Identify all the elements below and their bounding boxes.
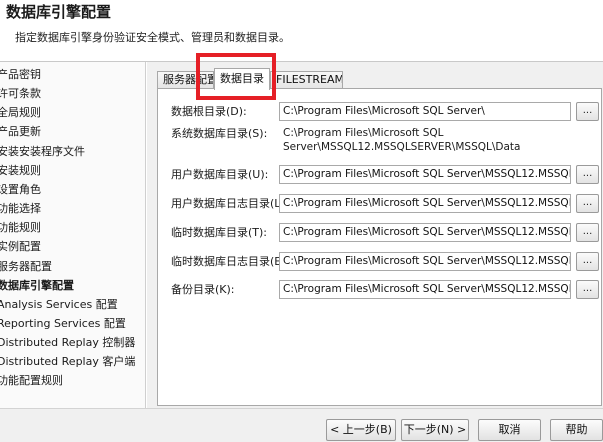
step-license-terms[interactable]: 许可条款 (0, 87, 41, 101)
step-feature-rules[interactable]: 功能规则 (0, 221, 41, 235)
temp-db-input[interactable]: C:\Program Files\Microsoft SQL Server\MS… (279, 223, 571, 242)
system-db-value-line1: C:\Program Files\Microsoft SQL (283, 127, 444, 139)
tab-filestream[interactable]: FILESTREAM (270, 71, 343, 89)
step-install-rules[interactable]: 安装规则 (0, 164, 41, 178)
system-db-label: 系统数据库目录(S): (171, 127, 268, 140)
step-replay-controller[interactable]: Distributed Replay 控制器 (0, 336, 135, 350)
temp-db-label: 临时数据库目录(T): (171, 226, 268, 239)
step-replay-client[interactable]: Distributed Replay 客户端 (0, 355, 135, 369)
page-title: 数据库引擎配置 (6, 3, 112, 21)
backup-input[interactable]: C:\Program Files\Microsoft SQL Server\MS… (279, 280, 571, 299)
user-db-label: 用户数据库目录(U): (171, 168, 269, 181)
temp-log-browse-button[interactable]: ... (576, 252, 599, 271)
step-global-rules[interactable]: 全局规则 (0, 106, 41, 120)
temp-db-browse-button[interactable]: ... (576, 223, 599, 242)
user-db-input[interactable]: C:\Program Files\Microsoft SQL Server\MS… (279, 165, 571, 184)
tab-data-directories[interactable]: 数据目录 (214, 68, 270, 90)
cancel-button[interactable]: 取消 (478, 419, 541, 441)
step-reporting-services[interactable]: Reporting Services 配置 (0, 317, 126, 331)
tab-strip: 服务器配置 数据目录 FILESTREAM (157, 68, 597, 90)
backup-browse-button[interactable]: ... (576, 280, 599, 299)
page-subtitle: 指定数据库引擎身份验证安全模式、管理员和数据目录。 (15, 31, 290, 44)
data-directories-panel: 数据根目录(D): C:\Program Files\Microsoft SQL… (157, 88, 602, 406)
data-root-input[interactable]: C:\Program Files\Microsoft SQL Server\ (279, 102, 571, 121)
data-root-browse-button[interactable]: ... (576, 102, 599, 121)
system-db-value-line2: Server\MSSQL12.MSSQLSERVER\MSSQL\Data (283, 141, 521, 153)
tab-server-config[interactable]: 服务器配置 (157, 71, 214, 89)
step-instance-config[interactable]: 实例配置 (0, 240, 41, 254)
user-log-label: 用户数据库日志目录(L): (171, 197, 289, 210)
wizard-header: 数据库引擎配置 指定数据库引擎身份验证安全模式、管理员和数据目录。 (0, 0, 603, 62)
wizard-footer: < 上一步(B) 下一步(N) > 取消 帮助 (0, 408, 603, 442)
step-db-engine-config[interactable]: 数据库引擎配置 (0, 279, 74, 293)
user-log-browse-button[interactable]: ... (576, 194, 599, 213)
help-button[interactable]: 帮助 (550, 419, 603, 441)
temp-log-input[interactable]: C:\Program Files\Microsoft SQL Server\MS… (279, 252, 571, 271)
backup-label: 备份目录(K): (171, 283, 235, 296)
step-feature-config-rules[interactable]: 功能配置规则 (0, 374, 63, 388)
step-install-setup-files[interactable]: 安装安装程序文件 (0, 145, 85, 159)
step-product-key[interactable]: 产品密钥 (0, 68, 41, 82)
temp-log-label: 临时数据库日志目录(E): (171, 255, 290, 268)
user-db-browse-button[interactable]: ... (576, 165, 599, 184)
step-analysis-services[interactable]: Analysis Services 配置 (0, 298, 118, 312)
user-log-input[interactable]: C:\Program Files\Microsoft SQL Server\MS… (279, 194, 571, 213)
back-button[interactable]: < 上一步(B) (326, 419, 396, 441)
step-server-config[interactable]: 服务器配置 (0, 260, 52, 274)
step-feature-selection[interactable]: 功能选择 (0, 202, 41, 216)
data-root-label: 数据根目录(D): (171, 105, 247, 118)
wizard-step-list: 产品密钥 许可条款 全局规则 产品更新 安装安装程序文件 安装规则 设置角色 功… (0, 62, 146, 408)
next-button[interactable]: 下一步(N) > (401, 419, 469, 441)
step-setup-role[interactable]: 设置角色 (0, 183, 41, 197)
main-panel: 服务器配置 数据目录 FILESTREAM 数据根目录(D): C:\Progr… (147, 62, 603, 408)
step-product-updates[interactable]: 产品更新 (0, 125, 41, 139)
